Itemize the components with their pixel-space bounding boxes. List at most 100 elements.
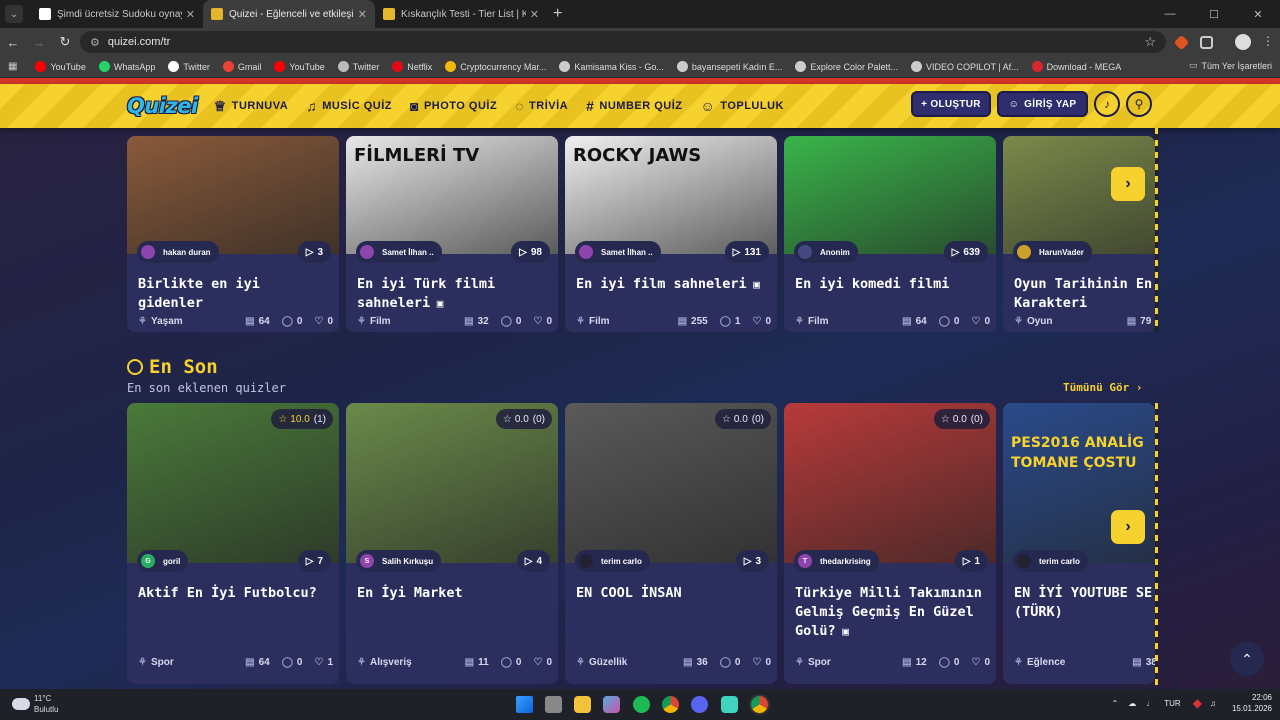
quiz-card[interactable]: HarunVader Oyun Tarihinin En Karakteri ⚘ Oy… — [1003, 136, 1155, 332]
author-badge[interactable]: terim carlo — [1013, 550, 1088, 572]
nav-item[interactable]: ♕ TURNUVA — [214, 98, 289, 115]
bookmark-item[interactable]: Download - MEGA — [1031, 61, 1121, 72]
new-tab-button[interactable]: + — [553, 5, 562, 23]
author-badge[interactable]: Samet İlhan .. — [575, 241, 661, 263]
carousel-next-bottom-button[interactable]: › — [1111, 510, 1145, 544]
quiz-title[interactable]: Birlikte en iyi gidenler — [138, 275, 333, 313]
quiz-card[interactable]: ROCKY JAWS Samet İlhan .. ▷ 131 En iyi film… — [565, 136, 777, 332]
app-icon[interactable] — [721, 696, 738, 713]
bookmark-item[interactable]: Twitter — [168, 61, 210, 72]
see-all-link[interactable]: Tümünü Gör › — [1063, 381, 1142, 394]
nav-item[interactable]: ◙ PHOTO QUİZ — [410, 98, 497, 115]
nav-item[interactable]: # NUMBER QUİZ — [586, 98, 682, 115]
author-badge[interactable]: S Salih Kırkuşu — [356, 550, 442, 572]
category-label[interactable]: ⚘ Film — [795, 316, 890, 327]
category-label[interactable]: ⚘ Film — [357, 316, 452, 327]
author-badge[interactable]: Tthedarkrising — [794, 550, 879, 572]
notifications-bell-icon[interactable]: ♪ — [1094, 91, 1120, 117]
category-label[interactable]: ⚘ Oyun — [1014, 316, 1115, 327]
quiz-title[interactable]: Oyun Tarihinin En Karakteri — [1014, 275, 1155, 313]
quiz-thumbnail[interactable] — [784, 136, 996, 254]
windows-start-icon[interactable] — [516, 696, 533, 713]
minimize-button[interactable]: — — [1148, 8, 1192, 20]
extension-icon[interactable] — [1173, 34, 1190, 51]
task-view-icon[interactable] — [545, 696, 562, 713]
bookmark-item[interactable]: WhatsApp — [98, 61, 155, 72]
category-label[interactable]: ⚘ Yaşam — [138, 316, 233, 327]
category-label[interactable]: ⚘ Film — [576, 316, 666, 327]
bookmark-item[interactable]: Netflix — [392, 61, 432, 72]
site-info-icon[interactable]: ⚙ — [90, 36, 100, 49]
bookmark-item[interactable]: Twitter — [337, 61, 379, 72]
bookmark-item[interactable]: Cryptocurrency Mar... — [445, 61, 546, 72]
bookmark-item[interactable]: Gmail — [222, 61, 261, 72]
nav-item[interactable]: ◌ TRİVİA — [515, 98, 568, 115]
nav-item[interactable]: ♫ MUSİC QUİZ — [306, 98, 392, 115]
quiz-card[interactable]: Ggoril ▷ 7 ☆ 10.0 (1) Aktif En İyi Futbolcu? ⚘… — [127, 403, 339, 684]
quiz-card[interactable]: S Salih Kırkuşu ▷ 4 ☆ 0.0 (0) En İyi Market ⚘ Al… — [346, 403, 558, 684]
quiz-card[interactable]: FİLMLERİ TV Samet İlhan .. ▷ 98 En iyi Türk… — [346, 136, 558, 332]
quiz-card[interactable]: Anonim ▷ 639 En iyi komedi filmi ⚘ Film ▤ 64 ◯ 0… — [784, 136, 996, 332]
category-label[interactable]: ⚘ Eğlence — [1014, 657, 1120, 668]
profile-avatar[interactable] — [1235, 34, 1251, 50]
chrome-active-icon[interactable] — [751, 696, 768, 713]
tray-overflow-icon[interactable]: ⌃ — [1112, 699, 1119, 708]
tab-close-icon[interactable]: ✕ — [186, 8, 195, 21]
category-label[interactable]: ⚘ Spor — [138, 657, 233, 668]
maximize-button[interactable]: ☐ — [1192, 8, 1236, 21]
mic-icon[interactable]: ♩ — [1146, 699, 1154, 708]
chrome-icon[interactable] — [662, 696, 679, 713]
quiz-thumbnail[interactable]: FİLMLERİ TV — [346, 136, 558, 254]
apps-grid-icon[interactable]: ▦ — [8, 61, 17, 72]
reload-icon[interactable]: ↻ — [52, 34, 78, 50]
forward-icon[interactable]: → — [26, 35, 52, 50]
all-bookmarks[interactable]: ▭ Tüm Yer İşaretleri — [1189, 60, 1272, 71]
author-badge[interactable]: Samet İlhan .. — [356, 241, 442, 263]
clock[interactable]: 22:06 15.01.2026 — [1232, 692, 1272, 714]
browser-tab[interactable]: Şimdi ücretsiz Sudoku oynayın! ✕ — [31, 0, 203, 28]
author-badge[interactable]: terim carlo — [575, 550, 650, 572]
file-explorer-icon[interactable] — [574, 696, 591, 713]
quiz-thumbnail[interactable] — [127, 136, 339, 254]
tab-close-icon[interactable]: ✕ — [358, 8, 367, 21]
quiz-card[interactable]: Tthedarkrising ▷ 1 ☆ 0.0 (0) Türkiye Milli Ta… — [784, 403, 996, 684]
weather-widget[interactable]: 11°C Bulutlu — [12, 693, 58, 715]
quiz-title[interactable]: En iyi film sahneleri ▣ — [576, 275, 771, 294]
copilot-icon[interactable] — [603, 696, 620, 713]
category-label[interactable]: ⚘ Spor — [795, 657, 890, 668]
quiz-title[interactable]: En iyi Türk filmi sahneleri ▣ — [357, 275, 552, 313]
quiz-card[interactable]: terim carlo ▷ 3 ☆ 0.0 (0) EN COOL İNSAN ⚘ Güzel… — [565, 403, 777, 684]
bookmark-item[interactable]: Explore Color Palett... — [795, 61, 898, 72]
author-badge[interactable]: hakan duran — [137, 241, 219, 263]
close-window-button[interactable]: ✕ — [1236, 8, 1280, 21]
quiz-title[interactable]: Aktif En İyi Futbolcu? — [138, 584, 333, 603]
extensions-puzzle-icon[interactable] — [1200, 36, 1213, 49]
volume-icon[interactable]: ♫ — [1210, 699, 1216, 708]
author-badge[interactable]: Ggoril — [137, 550, 189, 572]
quiz-thumbnail[interactable]: ROCKY JAWS — [565, 136, 777, 254]
category-label[interactable]: ⚘ Güzellik — [576, 657, 671, 668]
author-badge[interactable]: Anonim — [794, 241, 858, 263]
quiz-title[interactable]: En İyi Market — [357, 584, 552, 603]
quiz-title[interactable]: En iyi komedi filmi — [795, 275, 990, 294]
discord-icon[interactable] — [691, 696, 708, 713]
browser-menu-icon[interactable]: ⋮ — [1262, 34, 1274, 48]
bookmark-item[interactable]: VIDEO COPILOT | Af... — [910, 61, 1019, 72]
onedrive-icon[interactable]: ☁ — [1128, 699, 1136, 708]
tab-close-icon[interactable]: ✕ — [530, 8, 539, 21]
quiz-card[interactable]: hakan duran ▷ 3 Birlikte en iyi gidenler ⚘ Y… — [127, 136, 339, 332]
author-badge[interactable]: HarunVader — [1013, 241, 1092, 263]
login-button[interactable]: ☺ GİRİŞ YAP — [997, 91, 1088, 117]
spotify-icon[interactable] — [633, 696, 650, 713]
browser-tab[interactable]: Kıskançlık Testi - Tier List | Kör ✕ — [375, 0, 547, 28]
bookmark-item[interactable]: YouTube — [35, 61, 86, 72]
bookmark-item[interactable]: bayansepeti Kadın E... — [676, 61, 782, 72]
quiz-title[interactable]: EN COOL İNSAN — [576, 584, 771, 603]
bookmark-item[interactable]: Kamisama Kiss - Go... — [559, 61, 664, 72]
bookmark-item[interactable]: YouTube — [274, 61, 325, 72]
browser-tab[interactable]: Quizei - Eğlenceli ve etkileşimli ✕ — [203, 0, 375, 28]
tab-search-button[interactable]: ⌄ — [5, 5, 23, 23]
site-logo[interactable]: Quizei — [127, 94, 198, 118]
quiz-title[interactable]: Türkiye Milli Takımının Gelmiş Geçmiş En… — [795, 584, 990, 641]
scroll-to-top-button[interactable]: ⌃ — [1230, 642, 1264, 676]
